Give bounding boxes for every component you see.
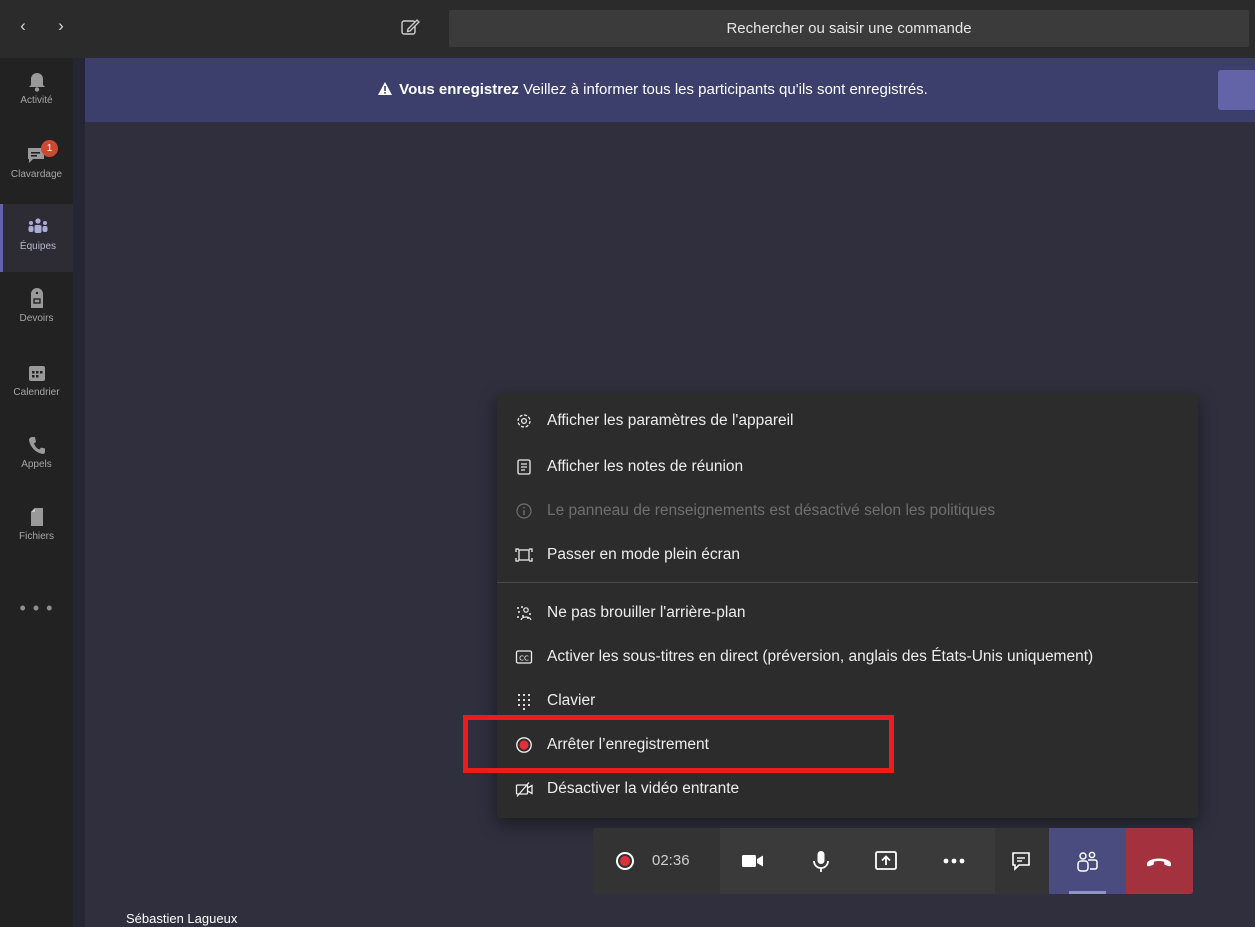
more-apps-icon[interactable]: • • • xyxy=(0,598,73,619)
rail-item-clavardage[interactable]: 1 Clavardage xyxy=(0,132,73,200)
participant-name: Sébastien Lagueux xyxy=(126,911,238,926)
annotation-highlight-box xyxy=(463,715,894,773)
recording-indicator-icon xyxy=(616,852,634,870)
menu-item-disable-incoming-video[interactable]: Désactiver la vidéo entrante xyxy=(497,767,1198,811)
participants-icon xyxy=(1077,851,1098,872)
hang-up-button[interactable] xyxy=(1126,828,1193,894)
title-bar: ‹ › Rechercher ou saisir une commande xyxy=(0,0,1255,58)
recording-banner-title: Vous enregistrez xyxy=(399,81,519,98)
share-screen-icon xyxy=(875,851,897,870)
menu-item-label: Activer les sous-titres en direct (préve… xyxy=(547,648,1094,665)
bell-icon xyxy=(28,73,45,92)
more-icon xyxy=(943,858,965,864)
fullscreen-icon xyxy=(515,548,533,562)
menu-divider xyxy=(497,582,1198,583)
unread-badge: 1 xyxy=(41,140,58,157)
menu-item-blur-background[interactable]: Ne pas brouiller l'arrière-plan xyxy=(497,591,1198,635)
phone-icon xyxy=(28,437,45,454)
menu-item-label: Afficher les paramètres de l'appareil xyxy=(547,412,794,429)
rail-item-activite[interactable]: Activité xyxy=(0,58,73,126)
call-control-bar: 02:36 xyxy=(593,828,1193,894)
blur-icon xyxy=(517,606,532,621)
recording-timer: 02:36 xyxy=(593,828,720,894)
stage-edge xyxy=(73,58,85,927)
keypad-icon xyxy=(517,693,531,710)
participants-button[interactable] xyxy=(1049,828,1126,894)
menu-item-label: Le panneau de renseignements est désacti… xyxy=(547,502,996,519)
search-input[interactable]: Rechercher ou saisir une commande xyxy=(449,10,1249,47)
gear-icon xyxy=(517,414,531,428)
menu-item-meeting-notes[interactable]: Afficher les notes de réunion xyxy=(497,445,1198,489)
menu-item-live-captions[interactable]: CC Activer les sous-titres en direct (pr… xyxy=(497,635,1198,679)
microphone-icon xyxy=(813,851,829,872)
menu-item-device-settings[interactable]: Afficher les paramètres de l'appareil xyxy=(497,399,1198,443)
rail-item-appels[interactable]: Appels xyxy=(0,422,73,490)
call-controls: 02:36 xyxy=(593,828,1049,894)
banner-action-button[interactable] xyxy=(1218,70,1255,110)
rail-label-devoirs: Devoirs xyxy=(19,313,54,324)
info-icon xyxy=(516,503,532,519)
chat-icon xyxy=(1012,852,1030,871)
teams-icon xyxy=(28,218,48,233)
call-duration: 02:36 xyxy=(652,852,690,869)
rail-item-equipes[interactable]: Équipes xyxy=(0,204,73,272)
rail-label-fichiers: Fichiers xyxy=(18,531,54,542)
recording-banner: Vous enregistrez Veillez à informer tous… xyxy=(85,58,1255,122)
video-off-icon xyxy=(515,782,533,797)
camera-button[interactable] xyxy=(731,828,775,894)
menu-item-label: Désactiver la vidéo entrante xyxy=(547,780,740,797)
assignments-icon xyxy=(30,288,43,308)
rail-label-calendrier: Calendrier xyxy=(13,387,60,398)
chevron-left-icon[interactable]: ‹ xyxy=(12,15,34,37)
files-icon xyxy=(30,508,43,526)
menu-item-label: Passer en mode plein écran xyxy=(547,546,741,563)
rail-label-equipes: Équipes xyxy=(19,241,57,252)
rail-label-activite: Activité xyxy=(20,95,53,106)
share-screen-button[interactable] xyxy=(865,828,909,894)
warning-icon xyxy=(378,82,393,96)
teams-window: ‹ › Rechercher ou saisir une commande Ac… xyxy=(0,0,1255,927)
svg-text:CC: CC xyxy=(519,654,529,662)
hang-up-icon xyxy=(1147,858,1171,867)
recording-banner-text: Vous enregistrez Veillez à informer tous… xyxy=(85,58,1220,122)
rail-label-appels: Appels xyxy=(21,459,52,470)
microphone-button[interactable] xyxy=(799,828,843,894)
rail-item-fichiers[interactable]: Fichiers xyxy=(0,494,73,562)
menu-item-label: Afficher les notes de réunion xyxy=(547,458,744,475)
rail-item-devoirs[interactable]: Devoirs xyxy=(0,276,73,344)
menu-item-fullscreen[interactable]: Passer en mode plein écran xyxy=(497,533,1198,577)
rail-label-clavardage: Clavardage xyxy=(10,169,63,180)
captions-icon: CC xyxy=(515,650,533,664)
app-rail: Activité 1 Clavardage Équipes Devoirs Ca… xyxy=(0,58,73,927)
compose-icon[interactable] xyxy=(398,15,422,39)
chat-button[interactable] xyxy=(995,828,1049,894)
more-actions-button[interactable] xyxy=(932,828,976,894)
notes-icon xyxy=(517,459,531,475)
chevron-right-icon[interactable]: › xyxy=(50,15,72,37)
menu-item-label: Ne pas brouiller l'arrière-plan xyxy=(547,604,746,621)
menu-item-info-panel-disabled: Le panneau de renseignements est désacti… xyxy=(497,489,1198,533)
camera-icon xyxy=(742,855,763,867)
calendar-icon xyxy=(28,366,45,381)
rail-item-calendrier[interactable]: Calendrier xyxy=(0,350,73,418)
recording-banner-message: Veillez à informer tous les participants… xyxy=(518,81,928,98)
